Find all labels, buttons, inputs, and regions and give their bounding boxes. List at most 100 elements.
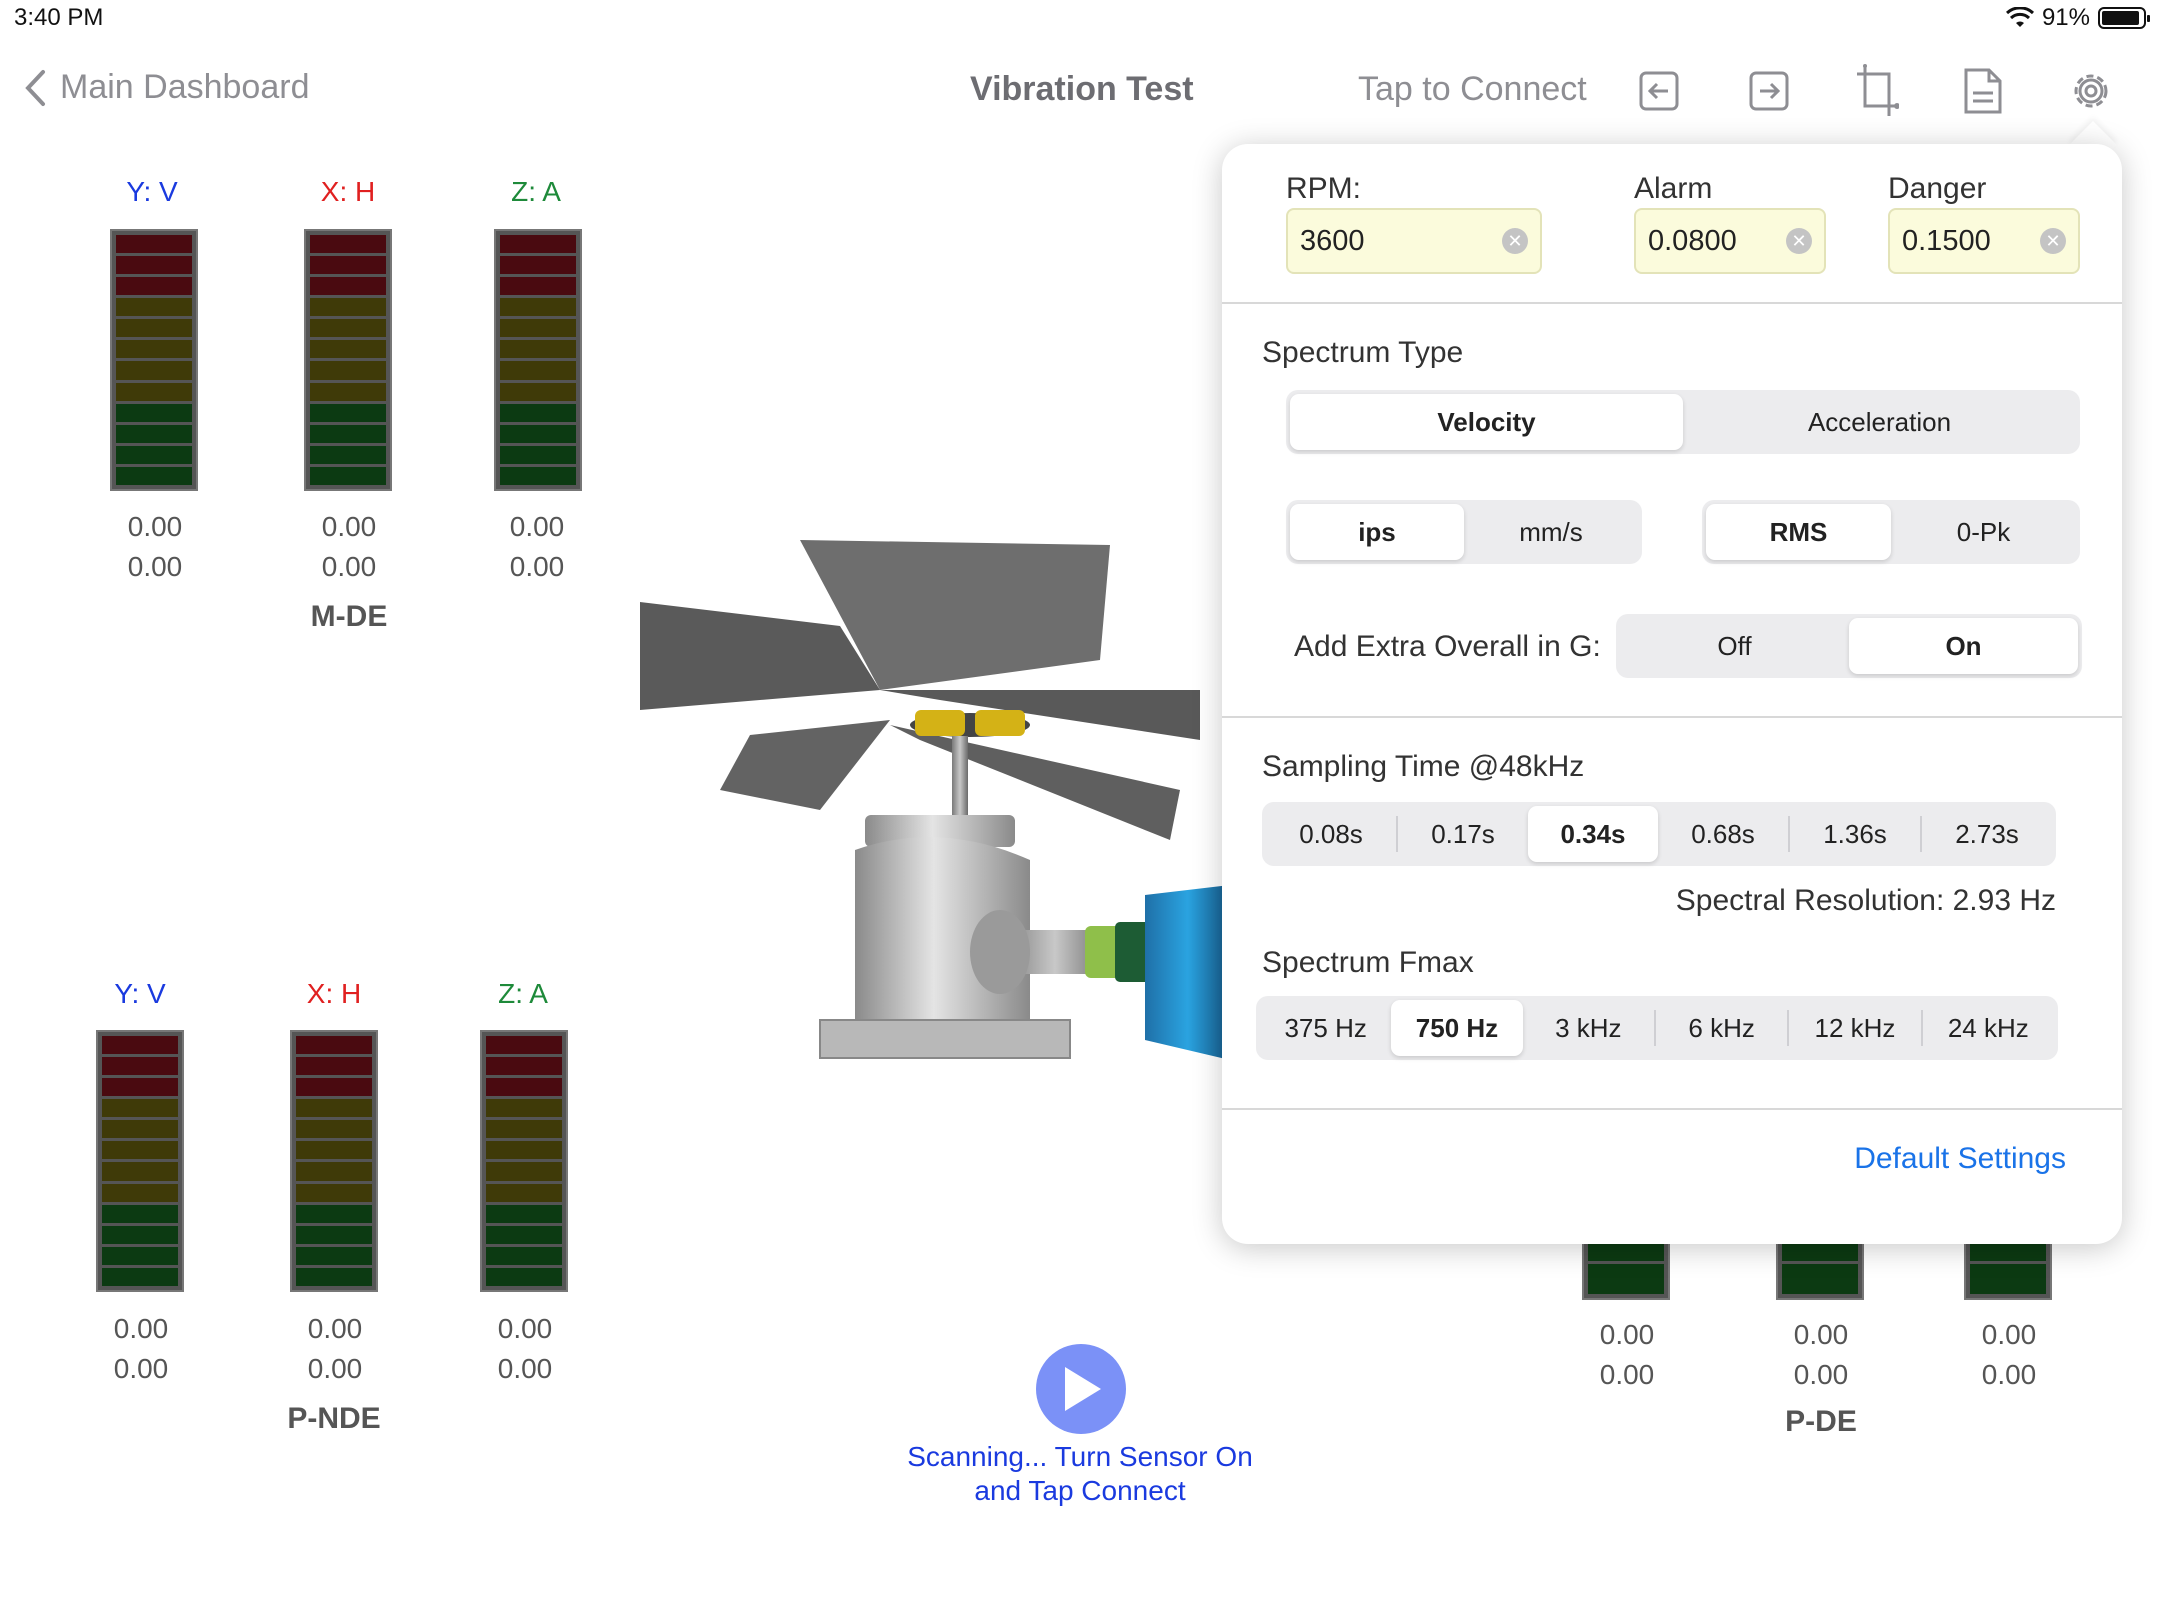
clear-alarm-icon[interactable]: ✕ bbox=[1786, 228, 1812, 254]
clear-danger-icon[interactable]: ✕ bbox=[2040, 228, 2066, 254]
meter-segment bbox=[486, 1225, 562, 1244]
meter-segment bbox=[116, 466, 192, 485]
divider bbox=[1222, 1108, 2122, 1110]
settings-popover: RPM: Alarm Danger 3600 ✕ 0.0800 ✕ 0.1500… bbox=[1222, 144, 2122, 1244]
scan-status: Scanning... Turn Sensor On and Tap Conne… bbox=[880, 1440, 1280, 1508]
report-icon[interactable] bbox=[1956, 64, 2010, 118]
alarm-field[interactable]: 0.0800 ✕ bbox=[1634, 208, 1826, 274]
fmax-option[interactable]: 6 kHz bbox=[1656, 1000, 1787, 1056]
sampling-option[interactable]: 0.08s bbox=[1266, 806, 1396, 862]
export-icon[interactable] bbox=[1742, 64, 1796, 118]
meter-segment bbox=[310, 235, 386, 254]
meter-segment bbox=[500, 466, 576, 485]
mde-meter-x bbox=[304, 229, 392, 491]
meter-segment bbox=[500, 382, 576, 401]
units-control[interactable]: ips mm/s bbox=[1286, 500, 1642, 564]
meter-segment bbox=[500, 424, 576, 443]
sampling-control[interactable]: 0.08s 0.17s 0.34s 0.68s 1.36s 2.73s bbox=[1262, 802, 2056, 866]
meter-segment bbox=[102, 1183, 178, 1202]
sampling-option[interactable]: 0.68s bbox=[1658, 806, 1788, 862]
meter-segment bbox=[486, 1078, 562, 1097]
play-button[interactable] bbox=[1036, 1344, 1126, 1434]
sampling-option[interactable]: 2.73s bbox=[1922, 806, 2052, 862]
meter-segment bbox=[116, 403, 192, 422]
rpm-field[interactable]: 3600 ✕ bbox=[1286, 208, 1542, 274]
meter-segment bbox=[486, 1204, 562, 1223]
spectrum-type-velocity[interactable]: Velocity bbox=[1290, 394, 1683, 450]
extra-overall-off[interactable]: Off bbox=[1620, 618, 1849, 674]
import-icon[interactable] bbox=[1632, 64, 1686, 118]
chevron-left-icon bbox=[25, 69, 45, 106]
pnde-axis-x-label: X: H bbox=[306, 978, 362, 1009]
meter-segment bbox=[310, 382, 386, 401]
meter-segment bbox=[102, 1267, 178, 1286]
meter-segment bbox=[310, 445, 386, 464]
meter-segment bbox=[310, 298, 386, 317]
danger-field[interactable]: 0.1500 ✕ bbox=[1888, 208, 2080, 274]
sampling-option[interactable]: 0.34s bbox=[1528, 806, 1658, 862]
meter-segment bbox=[310, 277, 386, 296]
meter-segment bbox=[116, 361, 192, 380]
meter-segment bbox=[486, 1183, 562, 1202]
amplitude-rms[interactable]: RMS bbox=[1706, 504, 1891, 560]
meter-segment bbox=[116, 424, 192, 443]
fmax-option[interactable]: 3 kHz bbox=[1523, 1000, 1654, 1056]
units-ips[interactable]: ips bbox=[1290, 504, 1464, 560]
mde-axis-y-label: Y: V bbox=[126, 176, 178, 207]
meter-segment bbox=[486, 1099, 562, 1118]
back-button[interactable]: Main Dashboard bbox=[24, 68, 309, 107]
page-title: Vibration Test bbox=[970, 70, 1194, 108]
pnde-z-value-2: 0.00 bbox=[497, 1353, 553, 1384]
pnde-meter-z bbox=[480, 1030, 568, 1292]
mde-meter-z bbox=[494, 229, 582, 491]
spectrum-type-control[interactable]: Velocity Acceleration bbox=[1286, 390, 2080, 454]
pnde-y-value-1: 0.00 bbox=[113, 1313, 169, 1344]
meter-segment bbox=[310, 424, 386, 443]
clear-rpm-icon[interactable]: ✕ bbox=[1502, 228, 1528, 254]
meter-segment bbox=[500, 235, 576, 254]
meter-segment bbox=[310, 466, 386, 485]
meter-segment bbox=[296, 1141, 372, 1160]
pde-x-value-2: 0.00 bbox=[1793, 1359, 1849, 1390]
mde-group-label: M-DE bbox=[310, 600, 388, 633]
extra-overall-on[interactable]: On bbox=[1849, 618, 2078, 674]
meter-segment bbox=[296, 1120, 372, 1139]
meter-segment bbox=[500, 256, 576, 275]
meter-segment bbox=[102, 1204, 178, 1223]
meter-segment bbox=[296, 1267, 372, 1286]
amplitude-0pk[interactable]: 0-Pk bbox=[1891, 504, 2076, 560]
amplitude-control[interactable]: RMS 0-Pk bbox=[1702, 500, 2080, 564]
meter-segment bbox=[500, 445, 576, 464]
meter-segment bbox=[296, 1057, 372, 1076]
meter-segment bbox=[116, 445, 192, 464]
meter-segment bbox=[486, 1036, 562, 1055]
meter-segment bbox=[116, 382, 192, 401]
connect-button[interactable]: Tap to Connect bbox=[1358, 70, 1587, 109]
alarm-label: Alarm bbox=[1634, 172, 1713, 205]
pde-y-value-2: 0.00 bbox=[1599, 1359, 1655, 1390]
meter-segment bbox=[500, 403, 576, 422]
fmax-option[interactable]: 375 Hz bbox=[1260, 1000, 1391, 1056]
gear-icon[interactable] bbox=[2064, 64, 2118, 118]
sampling-option[interactable]: 1.36s bbox=[1790, 806, 1920, 862]
mde-y-value-1: 0.00 bbox=[127, 511, 183, 542]
sampling-option[interactable]: 0.17s bbox=[1398, 806, 1528, 862]
extra-overall-control[interactable]: Off On bbox=[1616, 614, 2082, 678]
fmax-option[interactable]: 12 kHz bbox=[1789, 1000, 1920, 1056]
battery-icon bbox=[2098, 7, 2150, 29]
default-settings-button[interactable]: Default Settings bbox=[1854, 1142, 2066, 1176]
danger-value: 0.1500 bbox=[1902, 224, 1991, 257]
spectrum-type-acceleration[interactable]: Acceleration bbox=[1683, 394, 2076, 450]
fmax-option[interactable]: 24 kHz bbox=[1923, 1000, 2054, 1056]
meter-segment bbox=[102, 1225, 178, 1244]
fmax-control[interactable]: 375 Hz 750 Hz 3 kHz 6 kHz 12 kHz 24 kHz bbox=[1256, 996, 2058, 1060]
meter-segment bbox=[296, 1036, 372, 1055]
pnde-axis-y-label: Y: V bbox=[114, 978, 166, 1009]
crop-icon[interactable] bbox=[1850, 64, 1904, 118]
meter-segment bbox=[102, 1141, 178, 1160]
units-mms[interactable]: mm/s bbox=[1464, 504, 1638, 560]
pnde-meter-y bbox=[96, 1030, 184, 1292]
mde-meter-y bbox=[110, 229, 198, 491]
meter-segment bbox=[500, 298, 576, 317]
fmax-option[interactable]: 750 Hz bbox=[1391, 1000, 1523, 1056]
